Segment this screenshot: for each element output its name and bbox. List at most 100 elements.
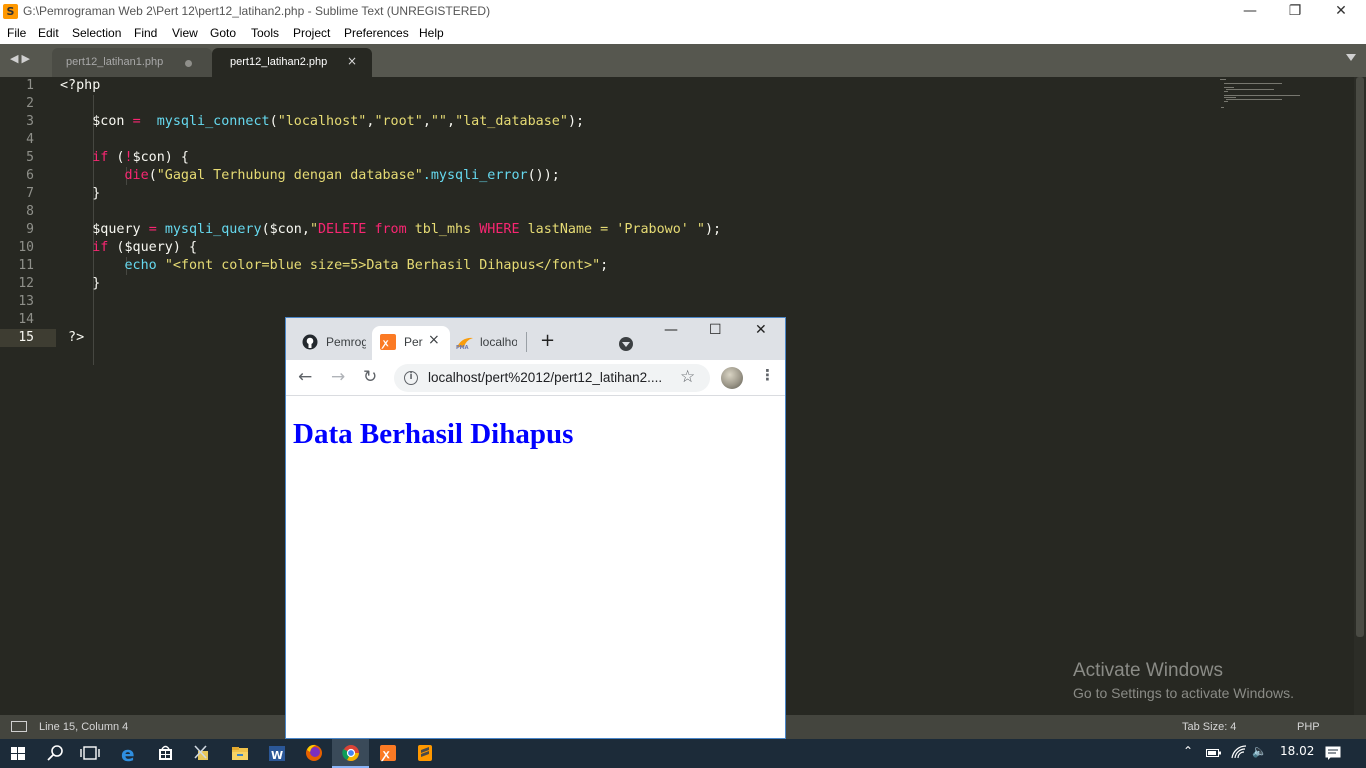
taskbar-file-explorer[interactable] <box>221 739 258 768</box>
line-number: 9 <box>26 222 34 237</box>
browser-tab-phpmyadmin[interactable]: PMA localho <box>450 326 528 360</box>
tab-nav-arrows-icon[interactable]: ◀▶ <box>10 52 33 65</box>
modified-dot-icon[interactable] <box>185 60 192 67</box>
sublime-text-icon <box>418 745 432 761</box>
volume-icon[interactable]: 🔈 <box>1252 744 1267 758</box>
menu-bar: File Edit Selection Find View Goto Tools… <box>0 24 1366 44</box>
line-number-gutter: 1 2 3 4 5 6 7 8 9 10 11 12 13 14 15 <box>0 77 56 715</box>
browser-tab-github[interactable]: Pemrog <box>294 326 372 360</box>
syntax-mode[interactable]: PHP <box>1297 721 1320 733</box>
line-number: 8 <box>26 204 34 219</box>
vertical-scrollbar[interactable] <box>1354 77 1366 715</box>
line-number: 11 <box>18 258 34 273</box>
code-line: if ($query) { <box>92 240 198 255</box>
close-button[interactable]: ✕ <box>1318 0 1364 24</box>
bookmark-star-icon[interactable]: ☆ <box>680 367 695 387</box>
taskbar-xampp[interactable]: ꭗ <box>369 739 406 768</box>
taskbar-snipping-tool[interactable] <box>184 739 221 768</box>
menu-file[interactable]: File <box>7 26 26 40</box>
code-line: ?> <box>60 330 85 345</box>
line-number: 6 <box>26 168 34 183</box>
chrome-tabstrip: Pemrog ꭗ Per × PMA localho + — ☐ ✕ <box>286 318 785 360</box>
line-number: 5 <box>26 150 34 165</box>
minimap[interactable] <box>1220 79 1300 113</box>
menu-edit[interactable]: Edit <box>38 26 59 40</box>
tab-pert12-latihan2[interactable]: pert12_latihan2.php × <box>212 48 372 77</box>
chrome-close-button[interactable]: ✕ <box>755 322 767 338</box>
tab-label: Pemrog <box>326 335 366 349</box>
tab-pert12-latihan1[interactable]: pert12_latihan1.php <box>52 48 212 77</box>
menu-project[interactable]: Project <box>293 26 330 40</box>
back-arrow-icon[interactable]: ← <box>298 367 312 387</box>
code-line: } <box>60 276 101 291</box>
task-view-button[interactable] <box>72 739 109 768</box>
chevron-up-icon[interactable]: ⌃ <box>1183 744 1193 758</box>
file-explorer-icon <box>232 747 248 760</box>
more-menu-icon[interactable]: ⋮ <box>760 366 775 384</box>
line-number-active: 15 <box>18 330 34 345</box>
tab-label: pert12_latihan2.php <box>230 56 328 68</box>
window-title: G:\Pemrograman Web 2\Pert 12\pert12_lati… <box>23 4 491 18</box>
url-text[interactable]: localhost/pert%2012/pert12_latihan2.... <box>428 370 662 385</box>
svg-text:ꭗ: ꭗ <box>381 338 389 349</box>
tab-search-icon[interactable] <box>619 337 633 351</box>
address-bar[interactable]: i localhost/pert%2012/pert12_latihan2...… <box>394 364 710 392</box>
chrome-maximize-button[interactable]: ☐ <box>709 322 722 338</box>
tab-dropdown-icon[interactable] <box>1346 54 1356 61</box>
menu-preferences[interactable]: Preferences <box>344 26 409 40</box>
taskbar-firefox[interactable] <box>295 739 332 768</box>
taskbar-chrome[interactable] <box>332 739 369 768</box>
menu-help[interactable]: Help <box>419 26 444 40</box>
svg-text:e: e <box>121 742 135 766</box>
tab-size[interactable]: Tab Size: 4 <box>1182 721 1236 733</box>
info-icon[interactable]: i <box>404 371 418 385</box>
browser-tab-active[interactable]: ꭗ Per × <box>372 326 450 360</box>
new-tab-button[interactable]: + <box>540 330 555 351</box>
activate-windows-title: Activate Windows <box>1073 660 1223 681</box>
sublime-text-icon: S <box>3 4 18 19</box>
chrome-minimize-button[interactable]: — <box>664 322 678 338</box>
windows-start-button[interactable] <box>0 739 37 768</box>
menu-goto[interactable]: Goto <box>210 26 236 40</box>
panel-toggle-icon[interactable] <box>11 721 27 732</box>
tab-bar: ◀▶ pert12_latihan1.php pert12_latihan2.p… <box>0 44 1366 77</box>
taskbar-store[interactable] <box>147 739 184 768</box>
task-view-icon <box>80 746 100 760</box>
search-button[interactable] <box>37 739 74 768</box>
clock[interactable]: 18.02 <box>1280 744 1314 758</box>
menu-find[interactable]: Find <box>134 26 157 40</box>
line-number: 2 <box>26 96 34 111</box>
forward-arrow-icon[interactable]: → <box>331 367 345 387</box>
restore-button[interactable]: ❐ <box>1272 0 1318 24</box>
line-number: 7 <box>26 186 34 201</box>
taskbar-word[interactable]: W <box>258 739 295 768</box>
tab-label: pert12_latihan1.php <box>66 56 164 68</box>
line-number: 10 <box>18 240 34 255</box>
menu-view[interactable]: View <box>172 26 198 40</box>
store-icon <box>159 745 172 760</box>
tab-close-icon[interactable]: × <box>347 54 357 68</box>
taskbar-sublime-text[interactable] <box>406 739 443 768</box>
profile-avatar[interactable] <box>721 367 743 389</box>
minimize-button[interactable]: — <box>1227 0 1273 24</box>
search-icon <box>47 745 63 761</box>
line-number: 13 <box>18 294 34 309</box>
page-heading: Data Berhasil Dihapus <box>293 418 574 450</box>
tab-close-icon[interactable]: × <box>428 332 440 348</box>
scrollbar-thumb[interactable] <box>1356 77 1364 637</box>
word-icon: W <box>269 746 285 762</box>
cursor-position: Line 15, Column 4 <box>39 721 129 733</box>
windows-logo-icon <box>11 747 25 760</box>
taskbar-edge[interactable]: e <box>110 739 147 768</box>
notification-icon[interactable] <box>1325 746 1342 761</box>
snipping-tool-icon <box>194 745 208 760</box>
xampp-icon: ꭗ <box>380 334 396 350</box>
reload-icon[interactable]: ↻ <box>363 367 377 387</box>
line-number: 12 <box>18 276 34 291</box>
menu-selection[interactable]: Selection <box>72 26 121 40</box>
menu-tools[interactable]: Tools <box>251 26 279 40</box>
battery-icon[interactable] <box>1206 747 1222 759</box>
line-number: 3 <box>26 114 34 129</box>
wifi-icon[interactable] <box>1231 745 1247 761</box>
svg-text:W: W <box>271 749 283 762</box>
